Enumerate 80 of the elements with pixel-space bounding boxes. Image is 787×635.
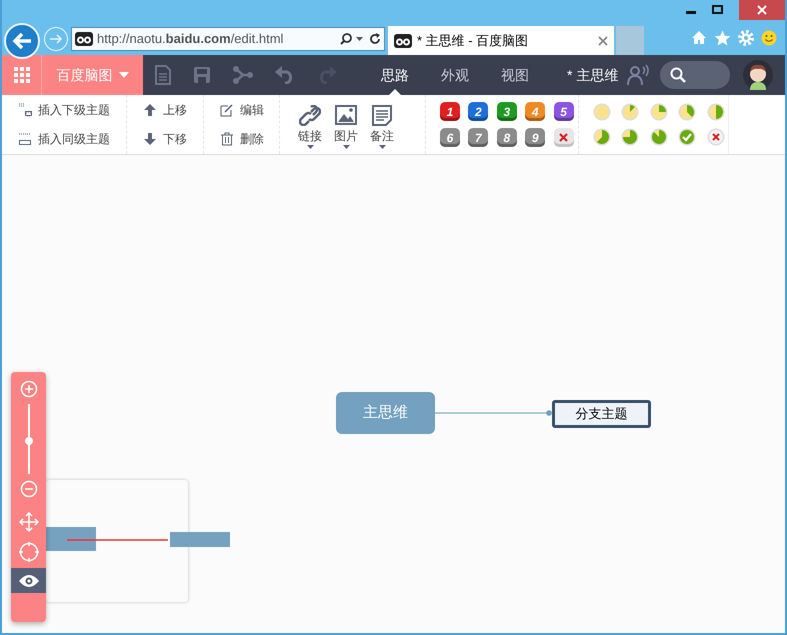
progress-icon[interactable]	[621, 103, 640, 121]
search-icon[interactable]	[340, 32, 352, 44]
zoom-out-icon[interactable]	[20, 480, 38, 498]
cross-icon	[559, 133, 568, 142]
arrow-left-icon	[11, 30, 33, 50]
close-icon[interactable]	[598, 36, 608, 46]
priority-badge[interactable]: 1	[440, 102, 460, 121]
caret-icon	[306, 144, 314, 148]
toolbar-button[interactable]: 图片	[334, 104, 358, 148]
arrow-down-icon	[143, 132, 157, 146]
toolbar-button[interactable]: 插入同级主题	[18, 130, 112, 148]
caret-icon	[342, 144, 350, 148]
progress-icon[interactable]	[678, 103, 696, 121]
star-icon[interactable]	[714, 30, 731, 46]
apps-button[interactable]	[2, 55, 42, 95]
maximize-icon[interactable]	[712, 5, 723, 14]
undo-icon[interactable]	[275, 66, 295, 84]
forward-button[interactable]	[44, 26, 68, 50]
progress-icon[interactable]	[650, 128, 668, 146]
settings-icon[interactable]	[738, 30, 754, 46]
sibling-node-icon	[18, 132, 32, 146]
priority-badge[interactable]: 2	[468, 102, 488, 121]
toolbar-button[interactable]: 插入下级主题	[18, 100, 112, 119]
toolbar-button[interactable]: 备注	[370, 104, 394, 148]
eye-button[interactable]	[11, 568, 46, 593]
owl-icon	[394, 34, 412, 48]
slider-thumb[interactable]	[24, 436, 32, 445]
smiley-icon[interactable]	[761, 30, 777, 46]
people-icon[interactable]	[626, 64, 650, 86]
search-field[interactable]	[660, 61, 730, 89]
branch-node[interactable]: 分支主题	[552, 400, 651, 428]
check-icon[interactable]	[678, 128, 696, 146]
caret-icon	[118, 72, 128, 78]
nav-tab[interactable]: 外观	[425, 55, 485, 95]
arrow-up-icon	[143, 102, 157, 117]
progress-icon[interactable]	[621, 128, 640, 146]
refresh-icon[interactable]	[369, 32, 381, 44]
caret-icon	[378, 144, 386, 148]
arrow-right-icon	[49, 32, 63, 44]
toolbar-button[interactable]: 编辑	[220, 100, 279, 119]
trash-icon	[220, 132, 234, 146]
zoom-slider[interactable]	[24, 404, 34, 474]
document-title: * 主思维	[567, 66, 618, 84]
target-icon[interactable]	[18, 542, 38, 562]
link-icon	[299, 104, 321, 126]
zoom-in-icon[interactable]	[20, 380, 38, 398]
progress-icon[interactable]	[593, 128, 611, 146]
eye-icon	[18, 574, 40, 588]
search-icon	[670, 67, 686, 83]
progress-icon[interactable]	[706, 103, 725, 121]
minimap-panel[interactable]	[46, 480, 188, 602]
save-icon[interactable]	[193, 66, 211, 84]
owl-icon	[75, 32, 93, 46]
close-button[interactable]	[739, 0, 785, 20]
back-button[interactable]	[4, 22, 40, 58]
address-field[interactable]: http://naotu.baidu.com/edit.html	[71, 26, 385, 50]
document-icon[interactable]	[155, 65, 171, 85]
progress-icon[interactable]	[650, 103, 668, 121]
priority-badge[interactable]: 5	[554, 102, 574, 121]
browser-tab[interactable]: * 主思维 - 百度脑图	[388, 26, 614, 55]
toolbar-button[interactable]: 链接	[298, 104, 322, 148]
clear-progress-icon[interactable]	[706, 128, 725, 146]
url-text: http://naotu.baidu.com/edit.html	[97, 30, 284, 48]
grid-icon	[14, 67, 30, 83]
close-icon	[757, 5, 767, 15]
toolbar-button[interactable]: 删除	[220, 130, 279, 148]
share-icon[interactable]	[233, 66, 253, 84]
move-icon[interactable]	[18, 512, 38, 532]
child-node-icon	[18, 102, 32, 117]
avatar-icon[interactable]	[743, 60, 773, 90]
image-icon	[335, 104, 357, 126]
dropdown-icon[interactable]	[356, 36, 363, 40]
edit-icon	[220, 102, 234, 117]
priority-badge[interactable]: 3	[496, 102, 517, 121]
nav-tab[interactable]: 视图	[485, 55, 545, 95]
note-icon	[371, 104, 393, 126]
toolbar-button[interactable]: 上移	[143, 100, 203, 119]
home-icon[interactable]	[691, 30, 707, 45]
toolbar-button[interactable]: 下移	[143, 130, 203, 148]
clear-priority-button[interactable]	[554, 128, 574, 147]
